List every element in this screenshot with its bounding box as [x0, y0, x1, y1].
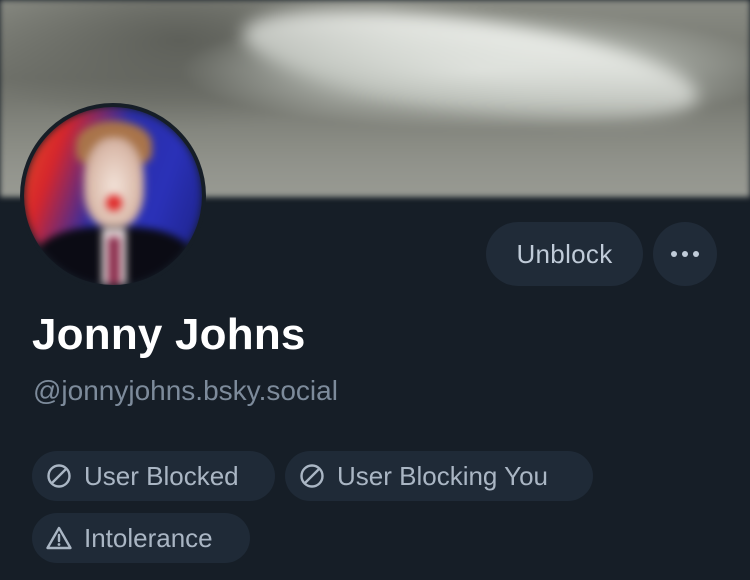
unblock-button-label: Unblock	[516, 238, 613, 269]
label-user-blocking-you[interactable]: User Blocking You	[285, 451, 593, 501]
label-text: Intolerance	[84, 522, 213, 553]
display-name: Jonny Johns	[32, 310, 306, 359]
warning-icon	[44, 523, 74, 553]
block-icon	[297, 461, 327, 491]
avatar[interactable]	[20, 103, 206, 289]
profile-header: Unblock Jonny Johns @jonnyjohns.bsky.soc…	[0, 0, 750, 580]
ellipsis-icon	[670, 245, 700, 263]
more-options-button[interactable]	[653, 222, 717, 286]
block-icon	[44, 461, 74, 491]
avatar-image	[24, 107, 202, 285]
label-text: User Blocking You	[337, 460, 549, 491]
label-text: User Blocked	[84, 460, 239, 491]
label-user-blocked[interactable]: User Blocked	[32, 451, 275, 501]
handle: @jonnyjohns.bsky.social	[33, 375, 338, 406]
label-intolerance[interactable]: Intolerance	[32, 513, 250, 563]
unblock-button[interactable]: Unblock	[486, 222, 643, 286]
